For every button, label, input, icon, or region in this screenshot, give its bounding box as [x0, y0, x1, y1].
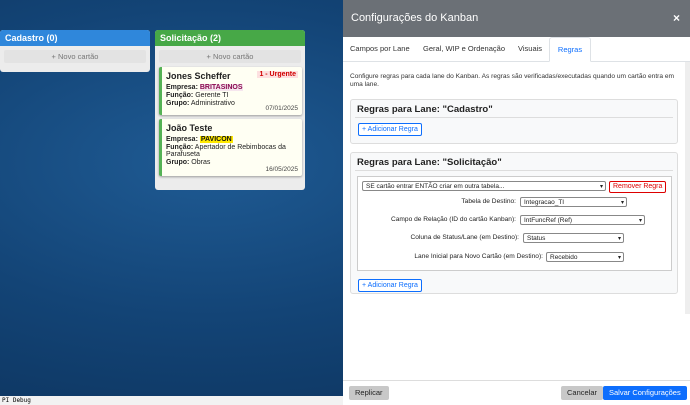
tab-geral-wip[interactable]: Geral, WIP e Ordenação — [423, 37, 505, 60]
rule-item: SE cartão entrar ENTÃO criar em outra ta… — [357, 176, 672, 271]
empresa-value: BRITASINOS — [199, 84, 243, 91]
add-rule-button[interactable]: + Adicionar Regra — [358, 123, 422, 136]
chevron-down-icon: ▾ — [620, 200, 624, 206]
kanban-card[interactable]: João Teste Empresa: PAVICON Função: Aper… — [159, 119, 302, 176]
panel-title: Configurações do Kanban — [351, 12, 479, 24]
chevron-down-icon: ▾ — [617, 236, 621, 242]
status-column-select[interactable]: Status ▾ — [523, 233, 624, 243]
lane-title: Solicitação (2) — [155, 30, 305, 46]
panel-body: Configure regras para cada lane do Kanba… — [343, 62, 690, 314]
panel-header: Configurações do Kanban × — [343, 0, 690, 37]
tab-visuais[interactable]: Visuais — [518, 37, 542, 60]
card-grupo: Grupo: Obras — [166, 159, 211, 166]
rule-type-select[interactable]: SE cartão entrar ENTÃO criar em outra ta… — [362, 181, 606, 191]
field-label: Campo de Relação (ID do cartão Kanban): — [391, 216, 516, 223]
rules-intro: Configure regras para cada lane do Kanba… — [350, 73, 675, 89]
kanban-card[interactable]: Jones Scheffer 1 - Urgente Empresa: BRIT… — [159, 67, 302, 115]
chevron-down-icon: ▾ — [638, 218, 642, 224]
card-empresa: Empresa: PAVICON — [166, 136, 233, 143]
empresa-value: PAVICON — [199, 136, 233, 143]
lane-cadastro: Cadastro (0) + Novo cartão — [0, 30, 150, 72]
card-funcao: Função: Gerente TI — [166, 92, 229, 99]
replicar-button[interactable]: Replicar — [349, 386, 389, 400]
card-title: João Teste — [166, 123, 213, 133]
add-rule-button[interactable]: + Adicionar Regra — [358, 279, 422, 292]
remove-rule-button[interactable]: Remover Regra — [609, 181, 667, 193]
save-button[interactable]: Salvar Configurações — [603, 386, 687, 400]
add-card-button[interactable]: + Novo cartão — [159, 50, 301, 63]
relation-field-select[interactable]: IntFuncRef (Ref) ▾ — [520, 215, 645, 225]
divider — [355, 170, 673, 171]
rules-section-solicitacao: Regras para Lane: "Solicitação" SE cartã… — [350, 152, 678, 294]
cancel-button[interactable]: Cancelar — [561, 386, 604, 400]
card-date: 16/05/2025 — [265, 166, 298, 173]
close-icon[interactable]: × — [673, 0, 680, 37]
rules-section-cadastro: Regras para Lane: "Cadastro" + Adicionar… — [350, 99, 678, 144]
chevron-down-icon: ▾ — [599, 184, 603, 190]
scrollbar[interactable] — [685, 62, 690, 314]
card-funcao: Função: Apertador de Rebimbocas da Paraf… — [166, 144, 286, 158]
card-empresa: Empresa: BRITASINOS — [166, 84, 243, 91]
tab-campos-por-lane[interactable]: Campos por Lane — [350, 37, 410, 60]
add-card-button[interactable]: + Novo cartão — [4, 50, 146, 63]
lane-title: Cadastro (0) — [0, 30, 150, 46]
target-table-select[interactable]: Integracao_TI ▾ — [520, 197, 627, 207]
debug-bar[interactable]: PI Debug — [0, 396, 345, 405]
field-label: Coluna de Status/Lane (em Destino): — [410, 234, 520, 241]
initial-lane-select[interactable]: Recebido ▾ — [546, 252, 624, 262]
lane-solicitacao: Solicitação (2) + Novo cartão Jones Sche… — [155, 30, 305, 190]
chevron-down-icon: ▾ — [617, 255, 621, 261]
rules-section-title: Regras para Lane: "Cadastro" — [357, 104, 493, 115]
divider — [355, 117, 673, 118]
card-date: 07/01/2025 — [265, 105, 298, 112]
tabs: Campos por Lane Geral, WIP e Ordenação V… — [343, 37, 690, 62]
tab-regras[interactable]: Regras — [549, 37, 591, 62]
rules-section-title: Regras para Lane: "Solicitação" — [357, 157, 502, 168]
panel-footer: Replicar Cancelar Salvar Configurações — [343, 380, 690, 405]
kanban-settings-panel: Configurações do Kanban × Campos por Lan… — [343, 0, 690, 405]
priority-badge: 1 - Urgente — [257, 71, 298, 78]
field-label: Lane Inicial para Novo Cartão (em Destin… — [414, 253, 543, 260]
field-label: Tabela de Destino: — [461, 198, 516, 205]
